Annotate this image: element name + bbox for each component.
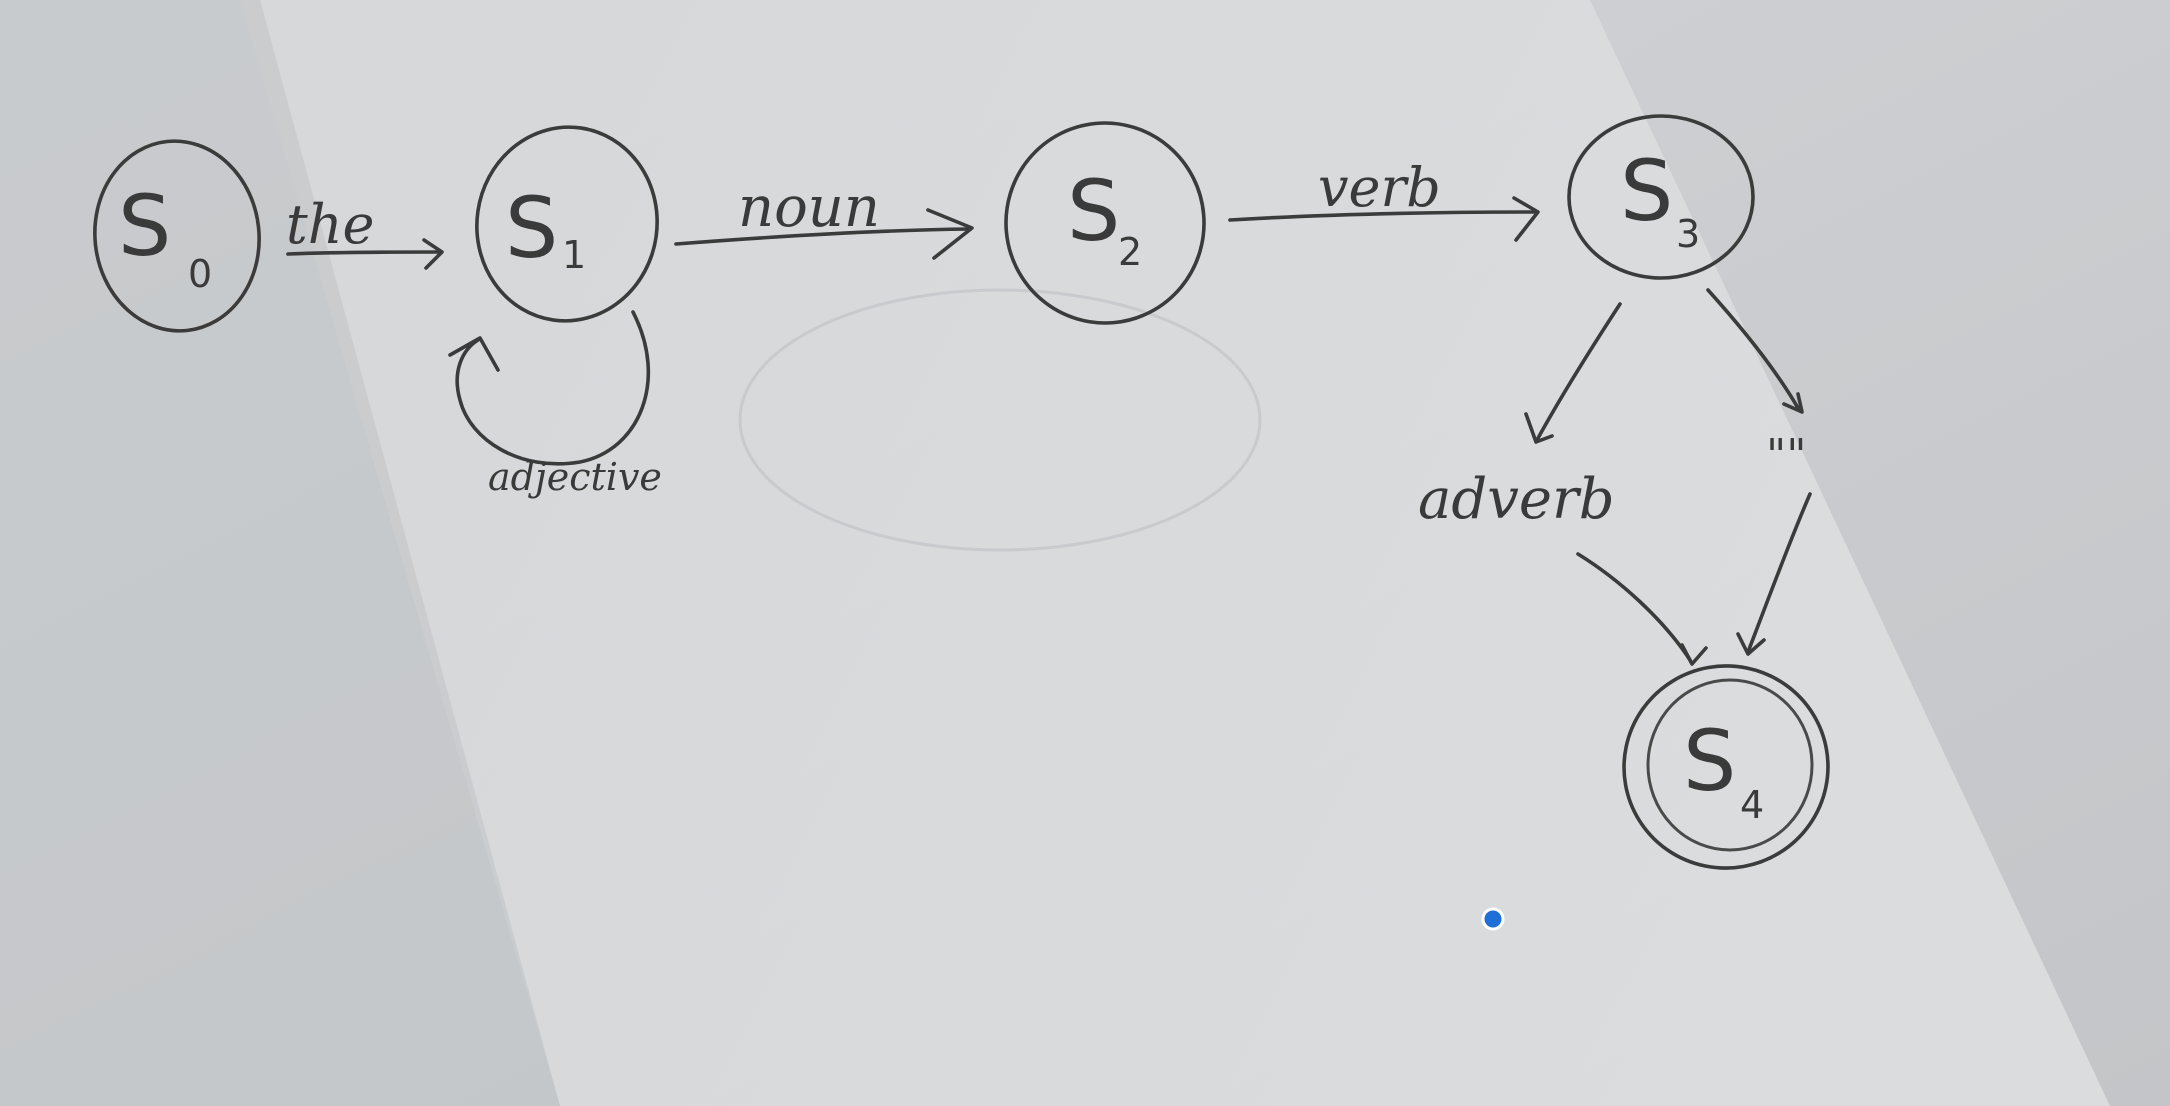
state-s3-subscript: 3 (1676, 212, 1700, 256)
transition-adverb-label: adverb (1418, 467, 1615, 532)
paper-photo: S 0 S 1 S 2 S 3 S 4 the adjective noun v… (0, 0, 2170, 1106)
transition-the-label: the (286, 193, 374, 256)
transition-verb-label: verb (1318, 156, 1441, 219)
transition-adjective-label: adjective (488, 455, 662, 499)
cursor-dot-marker (1481, 907, 1505, 931)
state-s3-letter: S (1620, 142, 1673, 240)
state-s2-letter: S (1067, 162, 1120, 260)
state-s1-subscript: 1 (562, 233, 586, 277)
transition-noun-label: noun (738, 175, 880, 240)
transition-empty-string-label: "" (1766, 430, 1806, 481)
state-s4-subscript: 4 (1740, 783, 1764, 827)
state-diagram: S 0 S 1 S 2 S 3 S 4 the adjective noun v… (0, 0, 2170, 1106)
state-s0-letter: S (118, 177, 171, 275)
state-s0-subscript: 0 (188, 252, 212, 296)
state-s4-letter: S (1683, 712, 1736, 810)
state-s2-subscript: 2 (1118, 230, 1142, 274)
state-s1-letter: S (505, 179, 558, 277)
